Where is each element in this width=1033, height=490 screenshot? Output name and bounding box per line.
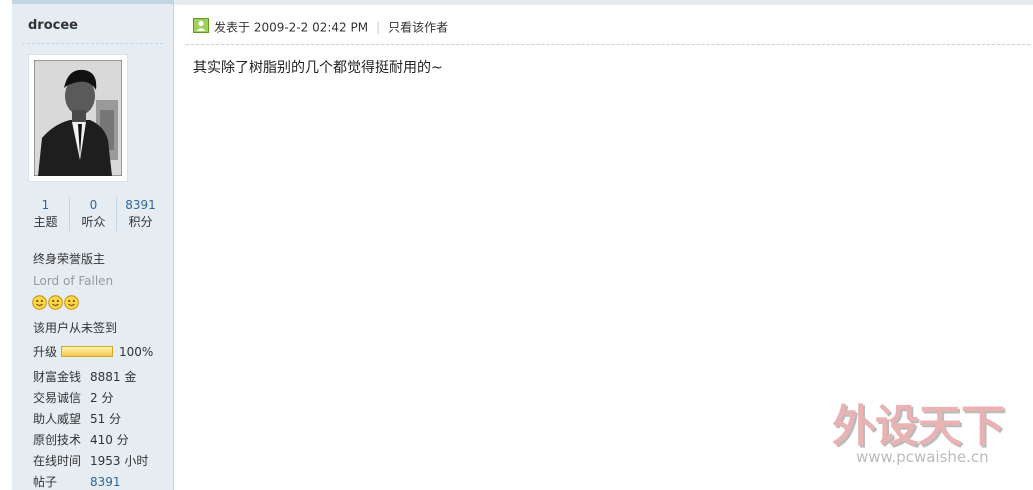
profile-key: 财富金钱 — [33, 370, 82, 384]
profile-online-time: 在线时间 1953 小时 — [33, 452, 148, 469]
stat-value: 8391 — [125, 198, 156, 212]
stat-label: 积分 — [128, 215, 153, 229]
post-timestamp: 发表于 2009-2-2 02:42 PM — [214, 20, 369, 35]
profile-value: 410 分 — [90, 433, 129, 447]
divider — [22, 43, 163, 44]
avatar[interactable] — [28, 54, 128, 182]
profile-value: 51 分 — [90, 412, 122, 426]
site-watermark: 外设天下 www.pcwaishe.cn — [832, 390, 1022, 470]
post-status-icon — [193, 18, 209, 36]
smiley-icon — [32, 295, 47, 313]
username-link[interactable]: drocee — [28, 18, 78, 33]
profile-key: 助人威望 — [33, 412, 82, 426]
user-stats: 1 主题 0 听众 8391 积分 — [22, 197, 163, 237]
stat-label: 听众 — [81, 215, 106, 229]
rank-icons — [32, 295, 80, 313]
stat-points[interactable]: 8391 积分 — [116, 197, 164, 231]
rank-title: 终身荣誉版主 — [33, 252, 106, 266]
user-sidebar: drocee 1 主题 0 听众 8391 积分 终身荣誉版主 Lord of … — [12, 0, 174, 490]
sidebar-top-border — [12, 0, 173, 4]
progress-percent: 100% — [119, 345, 154, 359]
stat-value: 0 — [89, 198, 98, 212]
posts-count-link[interactable]: 8391 — [90, 475, 121, 489]
profile-key: 帖子 — [33, 475, 58, 489]
profile-reputation: 助人威望 51 分 — [33, 410, 121, 427]
post-header: 发表于 2009-2-2 02:42 PM | 只看该作者 — [193, 18, 448, 36]
progress-bar — [61, 346, 114, 357]
profile-wealth: 财富金钱 8881 金 — [33, 368, 136, 385]
watermark-logo: 外设天下 — [832, 401, 1005, 452]
smiley-icon — [64, 295, 79, 313]
profile-key: 在线时间 — [33, 454, 82, 468]
profile-trade-credit: 交易诚信 2 分 — [33, 389, 113, 406]
rank-english: Lord of Fallen — [33, 274, 114, 288]
author-only-link[interactable]: 只看该作者 — [388, 21, 448, 35]
post-divider — [186, 44, 1030, 45]
profile-value: 8881 金 — [90, 370, 137, 384]
profile-value: 2 分 — [90, 391, 114, 405]
stat-label: 主题 — [33, 215, 58, 229]
post-top-border — [174, 0, 1033, 5]
smiley-icon — [48, 295, 63, 313]
stat-value: 1 — [41, 198, 50, 212]
separator: | — [376, 20, 381, 34]
stat-followers[interactable]: 0 听众 — [69, 197, 117, 231]
profile-value: 1953 小时 — [90, 454, 149, 468]
profile-original-tech: 原创技术 410 分 — [33, 431, 129, 448]
stat-topics[interactable]: 1 主题 — [22, 197, 69, 231]
avatar-photo — [34, 60, 122, 176]
signin-status: 该用户从未签到 — [33, 321, 118, 335]
profile-key: 交易诚信 — [33, 391, 82, 405]
profile-posts: 帖子 8391 — [33, 473, 121, 490]
upgrade-label: 升级 — [33, 345, 58, 359]
upgrade-progress: 升级 100% — [33, 343, 153, 360]
post-content: 其实除了树脂别的几个都觉得挺耐用的~ — [193, 60, 443, 76]
profile-key: 原创技术 — [33, 433, 82, 447]
watermark-url: www.pcwaishe.cn — [856, 448, 989, 466]
